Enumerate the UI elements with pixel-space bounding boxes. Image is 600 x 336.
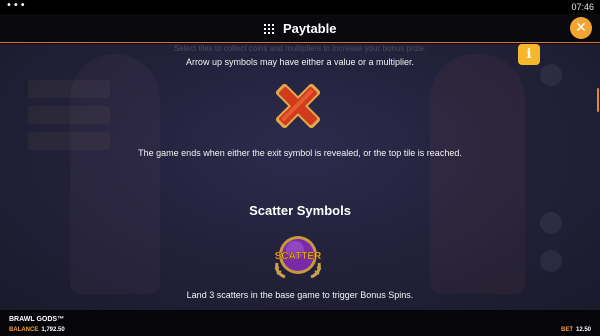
scatter-symbol-icon: SCATTER	[274, 236, 322, 279]
game-name: BRAWL GODS™	[9, 316, 65, 323]
balance-label: BALANCE	[9, 327, 39, 333]
info-button[interactable]: i	[518, 44, 540, 65]
exit-symbol-icon	[275, 83, 321, 129]
scatter-heading: Scatter Symbols	[249, 203, 351, 218]
page-title: Paytable	[282, 21, 337, 36]
bet-value: 12.50	[575, 327, 591, 333]
bet-label: BET	[560, 327, 573, 333]
arrow-symbol-description: Arrow up symbols may have either a value…	[185, 57, 415, 67]
paytable-content[interactable]: Select tiles to collect coins and multip…	[0, 44, 600, 310]
menu-dots-icon[interactable]: •••	[6, 0, 27, 12]
balance-value: 1,792.50	[41, 327, 65, 333]
paytable-header: Paytable	[0, 14, 600, 43]
scrollbar[interactable]	[597, 88, 599, 112]
grid-icon	[263, 24, 274, 34]
close-button[interactable]: ✕	[570, 17, 592, 39]
scatter-label: SCATTER	[275, 251, 322, 262]
info-icon: i	[526, 47, 532, 62]
close-icon: ✕	[575, 20, 587, 36]
balance-display: BALANCE 1,792.50	[9, 327, 65, 333]
bet-display: BET 12.50	[561, 327, 591, 333]
footer-bar: BRAWL GODS™ BALANCE 1,792.50 BET 12.50	[0, 310, 600, 336]
faded-description: Select tiles to collect coins and multip…	[173, 44, 427, 53]
status-time: 07:46	[571, 2, 594, 12]
scatter-description: Land 3 scatters in the base game to trig…	[186, 290, 414, 300]
status-bar: ••• 07:46	[0, 0, 600, 14]
exit-symbol-description: The game ends when either the exit symbo…	[138, 148, 462, 158]
